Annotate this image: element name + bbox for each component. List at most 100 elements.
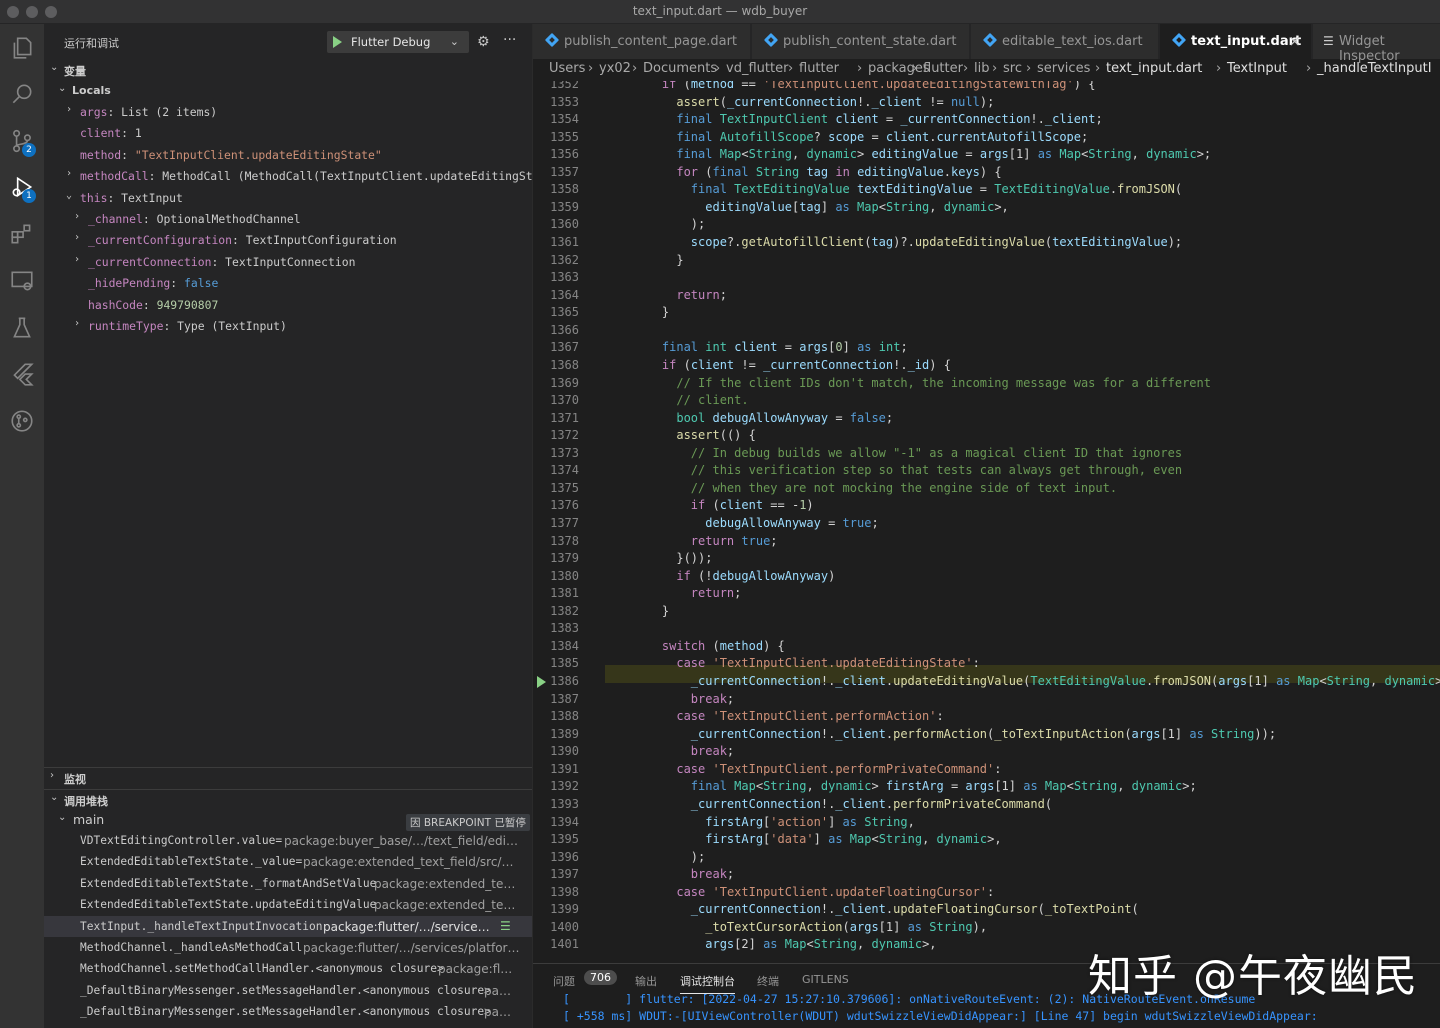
code-line[interactable]: _currentConnection!._client.performActio… [633, 727, 1276, 741]
chevron-icon[interactable]: › [74, 211, 80, 222]
watch-section-header[interactable]: › 监视 [44, 767, 532, 787]
breadcrumb-item[interactable]: flutter [799, 61, 839, 76]
code-line[interactable]: // this verification step so that tests … [633, 463, 1182, 477]
variable-row[interactable]: method: "TextInputClient.updateEditingSt… [44, 144, 532, 165]
tab-publish-content-state[interactable]: publish_content_state.dart [752, 24, 970, 59]
code-line[interactable]: final int client = args[0] as int; [633, 340, 908, 354]
tab-publish-content-page[interactable]: publish_content_page.dart [533, 24, 751, 59]
run-debug-icon[interactable]: 1 [6, 171, 38, 203]
breadcrumb-item[interactable]: text_input.dart [1106, 61, 1202, 76]
code-line[interactable]: case 'TextInputClient.updateEditingState… [633, 656, 979, 670]
breadcrumb-item[interactable]: yx02 [599, 61, 631, 76]
source-control-icon[interactable]: 2 [6, 125, 38, 157]
tab-debug-console[interactable]: 调试控制台 [680, 973, 735, 994]
explorer-icon[interactable] [6, 32, 38, 64]
code-line[interactable]: debugAllowAnyway = true; [633, 516, 878, 530]
code-line[interactable]: break; [633, 744, 734, 758]
code-line[interactable]: final TextInputClient client = _currentC… [633, 112, 1102, 126]
variable-row[interactable]: › args: List (2 items) [44, 101, 532, 122]
restart-frame-icon[interactable]: ☰ [500, 919, 511, 933]
tab-gitlens[interactable]: GITLENS [802, 973, 849, 986]
search-icon[interactable] [6, 78, 38, 110]
tab-output[interactable]: 输出 [635, 973, 657, 989]
breadcrumb-item[interactable]: lib [974, 61, 989, 76]
breadcrumb-item[interactable]: Users [549, 61, 585, 76]
code-line[interactable]: if (method == 'TextInputClient.updateEdi… [633, 81, 1096, 91]
tab-widget-inspector[interactable]: ☰ Widget Inspector [1313, 24, 1440, 64]
chevron-icon[interactable]: › [74, 318, 80, 329]
code-line[interactable]: scope?.getAutofillClient (tag)?.updateEdi… [633, 235, 1182, 249]
breadcrumb-item[interactable]: services [1037, 61, 1090, 76]
debug-config-select[interactable]: Flutter Debug ⌄ [327, 31, 469, 53]
callstack-section-header[interactable]: ⌄ 调用堆栈 [44, 789, 532, 809]
code-line[interactable]: final TextEditingValue textEditingValue … [633, 182, 1182, 196]
code-line[interactable]: final Map<String, dynamic> editingValue … [633, 147, 1211, 161]
code-line[interactable]: _currentConnection!._client.performPriva… [633, 797, 1052, 811]
code-line[interactable]: if (client != _currentConnection!._id) { [633, 358, 951, 372]
start-debug-icon[interactable] [333, 36, 342, 48]
stack-frame[interactable]: ExtendedEditableTextState._formatAndSetV… [44, 873, 532, 894]
stack-frame[interactable]: TextInput._handleTextInputInvocation pack… [44, 915, 532, 937]
chevron-down-icon[interactable]: ⌄ [450, 35, 459, 48]
chevron-icon[interactable]: › [66, 168, 72, 179]
variable-row[interactable]: › _currentConnection: TextInputConnection [44, 251, 532, 272]
code-line[interactable]: switch (method) { [633, 639, 785, 653]
code-line[interactable]: if (client == -1) [633, 498, 814, 512]
gear-icon[interactable]: ⚙ [477, 34, 490, 50]
extensions-icon[interactable] [6, 218, 38, 250]
breadcrumb-item[interactable]: _handleTextInputI [1317, 61, 1432, 76]
code-line[interactable]: if (!debugAllowAnyway) [633, 569, 835, 583]
code-line[interactable]: case 'TextInputClient.updateFloatingCurs… [633, 885, 994, 899]
stack-frame[interactable]: ExtendedEditableTextState.updateEditingV… [44, 894, 532, 915]
breadcrumb-item[interactable]: TextInput [1227, 61, 1287, 76]
code-line[interactable]: final Map<String, dynamic> firstArg = ar… [633, 779, 1197, 793]
stack-frame[interactable]: _DefaultBinaryMessenger.setMessageHandle… [44, 1001, 532, 1022]
code-line[interactable]: final AutofillScope? scope = client.curr… [633, 130, 1088, 144]
code-line[interactable]: // In debug builds we allow "-1" as a ma… [633, 446, 1182, 460]
code-line[interactable]: for (final String tag in editingValue.ke… [633, 165, 1001, 179]
code-line[interactable]: } [633, 604, 669, 618]
breadcrumb-item[interactable]: flutter [923, 61, 963, 76]
code-line[interactable]: _currentConnection!._client.updateFloati… [633, 902, 1139, 916]
breadcrumb-item[interactable]: packages [868, 61, 930, 76]
close-tab-icon[interactable]: × [1288, 32, 1301, 50]
code-line[interactable]: firstArg['action'] as String, [633, 815, 915, 829]
chevron-icon[interactable]: › [74, 254, 80, 265]
variable-row[interactable]: › _channel: OptionalMethodChannel [44, 208, 532, 229]
code-line[interactable]: assert(_currentConnection!._client != nu… [633, 95, 994, 109]
breadcrumb-item[interactable]: vd_flutter [726, 61, 788, 76]
flutter-icon[interactable] [6, 358, 38, 390]
code-line[interactable]: case 'TextInputClient.performAction': [633, 709, 943, 723]
stack-frame[interactable]: VDTextEditingController.value= package:bu… [44, 830, 532, 851]
code-line[interactable]: break; [633, 692, 734, 706]
variable-row[interactable]: › methodCall: MethodCall (MethodCall(Text… [44, 165, 532, 186]
stack-frame[interactable]: MethodChannel._handleAsMethodCall package… [44, 937, 532, 958]
variable-row[interactable]: client: 1 [44, 122, 532, 143]
tab-problems[interactable]: 问题 [553, 973, 575, 989]
stack-frame[interactable]: ExtendedEditableTextState._value= package… [44, 851, 532, 872]
breadcrumb-item[interactable]: Documents [643, 61, 717, 76]
code-line[interactable]: // If the client IDs don't match, the in… [633, 376, 1211, 390]
code-line[interactable]: return; [633, 288, 727, 302]
chevron-icon[interactable]: › [74, 232, 80, 243]
locals-scope[interactable]: ⌄ Locals [44, 81, 532, 101]
stack-frame[interactable]: MethodChannel.setMethodCallHandler.<anon… [44, 958, 532, 979]
code-line[interactable]: // when they are not mocking the engine … [633, 481, 1117, 495]
variable-row[interactable]: › _currentConfiguration: TextInputConfigu… [44, 229, 532, 250]
code-line[interactable]: editingValue[tag] as Map<String, dynamic… [633, 200, 1009, 214]
breadcrumb-item[interactable]: src [1003, 61, 1022, 76]
code-line[interactable]: _currentConnection!._client.updateEditin… [633, 674, 1440, 688]
code-line[interactable]: assert(() { [633, 428, 755, 442]
stack-frame[interactable]: _DefaultBinaryMessenger.setMessageHandle… [44, 980, 532, 1001]
tab-editable-text-ios[interactable]: editable_text_ios.dart [971, 24, 1159, 59]
variable-row[interactable]: hashCode: 949790807 [44, 294, 532, 315]
gitlens-icon[interactable] [6, 405, 38, 437]
code-line[interactable]: case 'TextInputClient.performPrivateComm… [633, 762, 1001, 776]
code-line[interactable]: firstArg['data'] as Map<String, dynamic>… [633, 832, 1001, 846]
code-line[interactable]: ); [633, 217, 705, 231]
tab-text-input[interactable]: text_input.dart × [1160, 24, 1312, 59]
chevron-icon[interactable]: › [66, 104, 72, 115]
code-line[interactable]: args[2] as Map<String, dynamic>, [633, 937, 936, 951]
chevron-icon[interactable]: ⌄ [66, 190, 72, 201]
more-actions-icon[interactable]: ··· [503, 32, 516, 48]
